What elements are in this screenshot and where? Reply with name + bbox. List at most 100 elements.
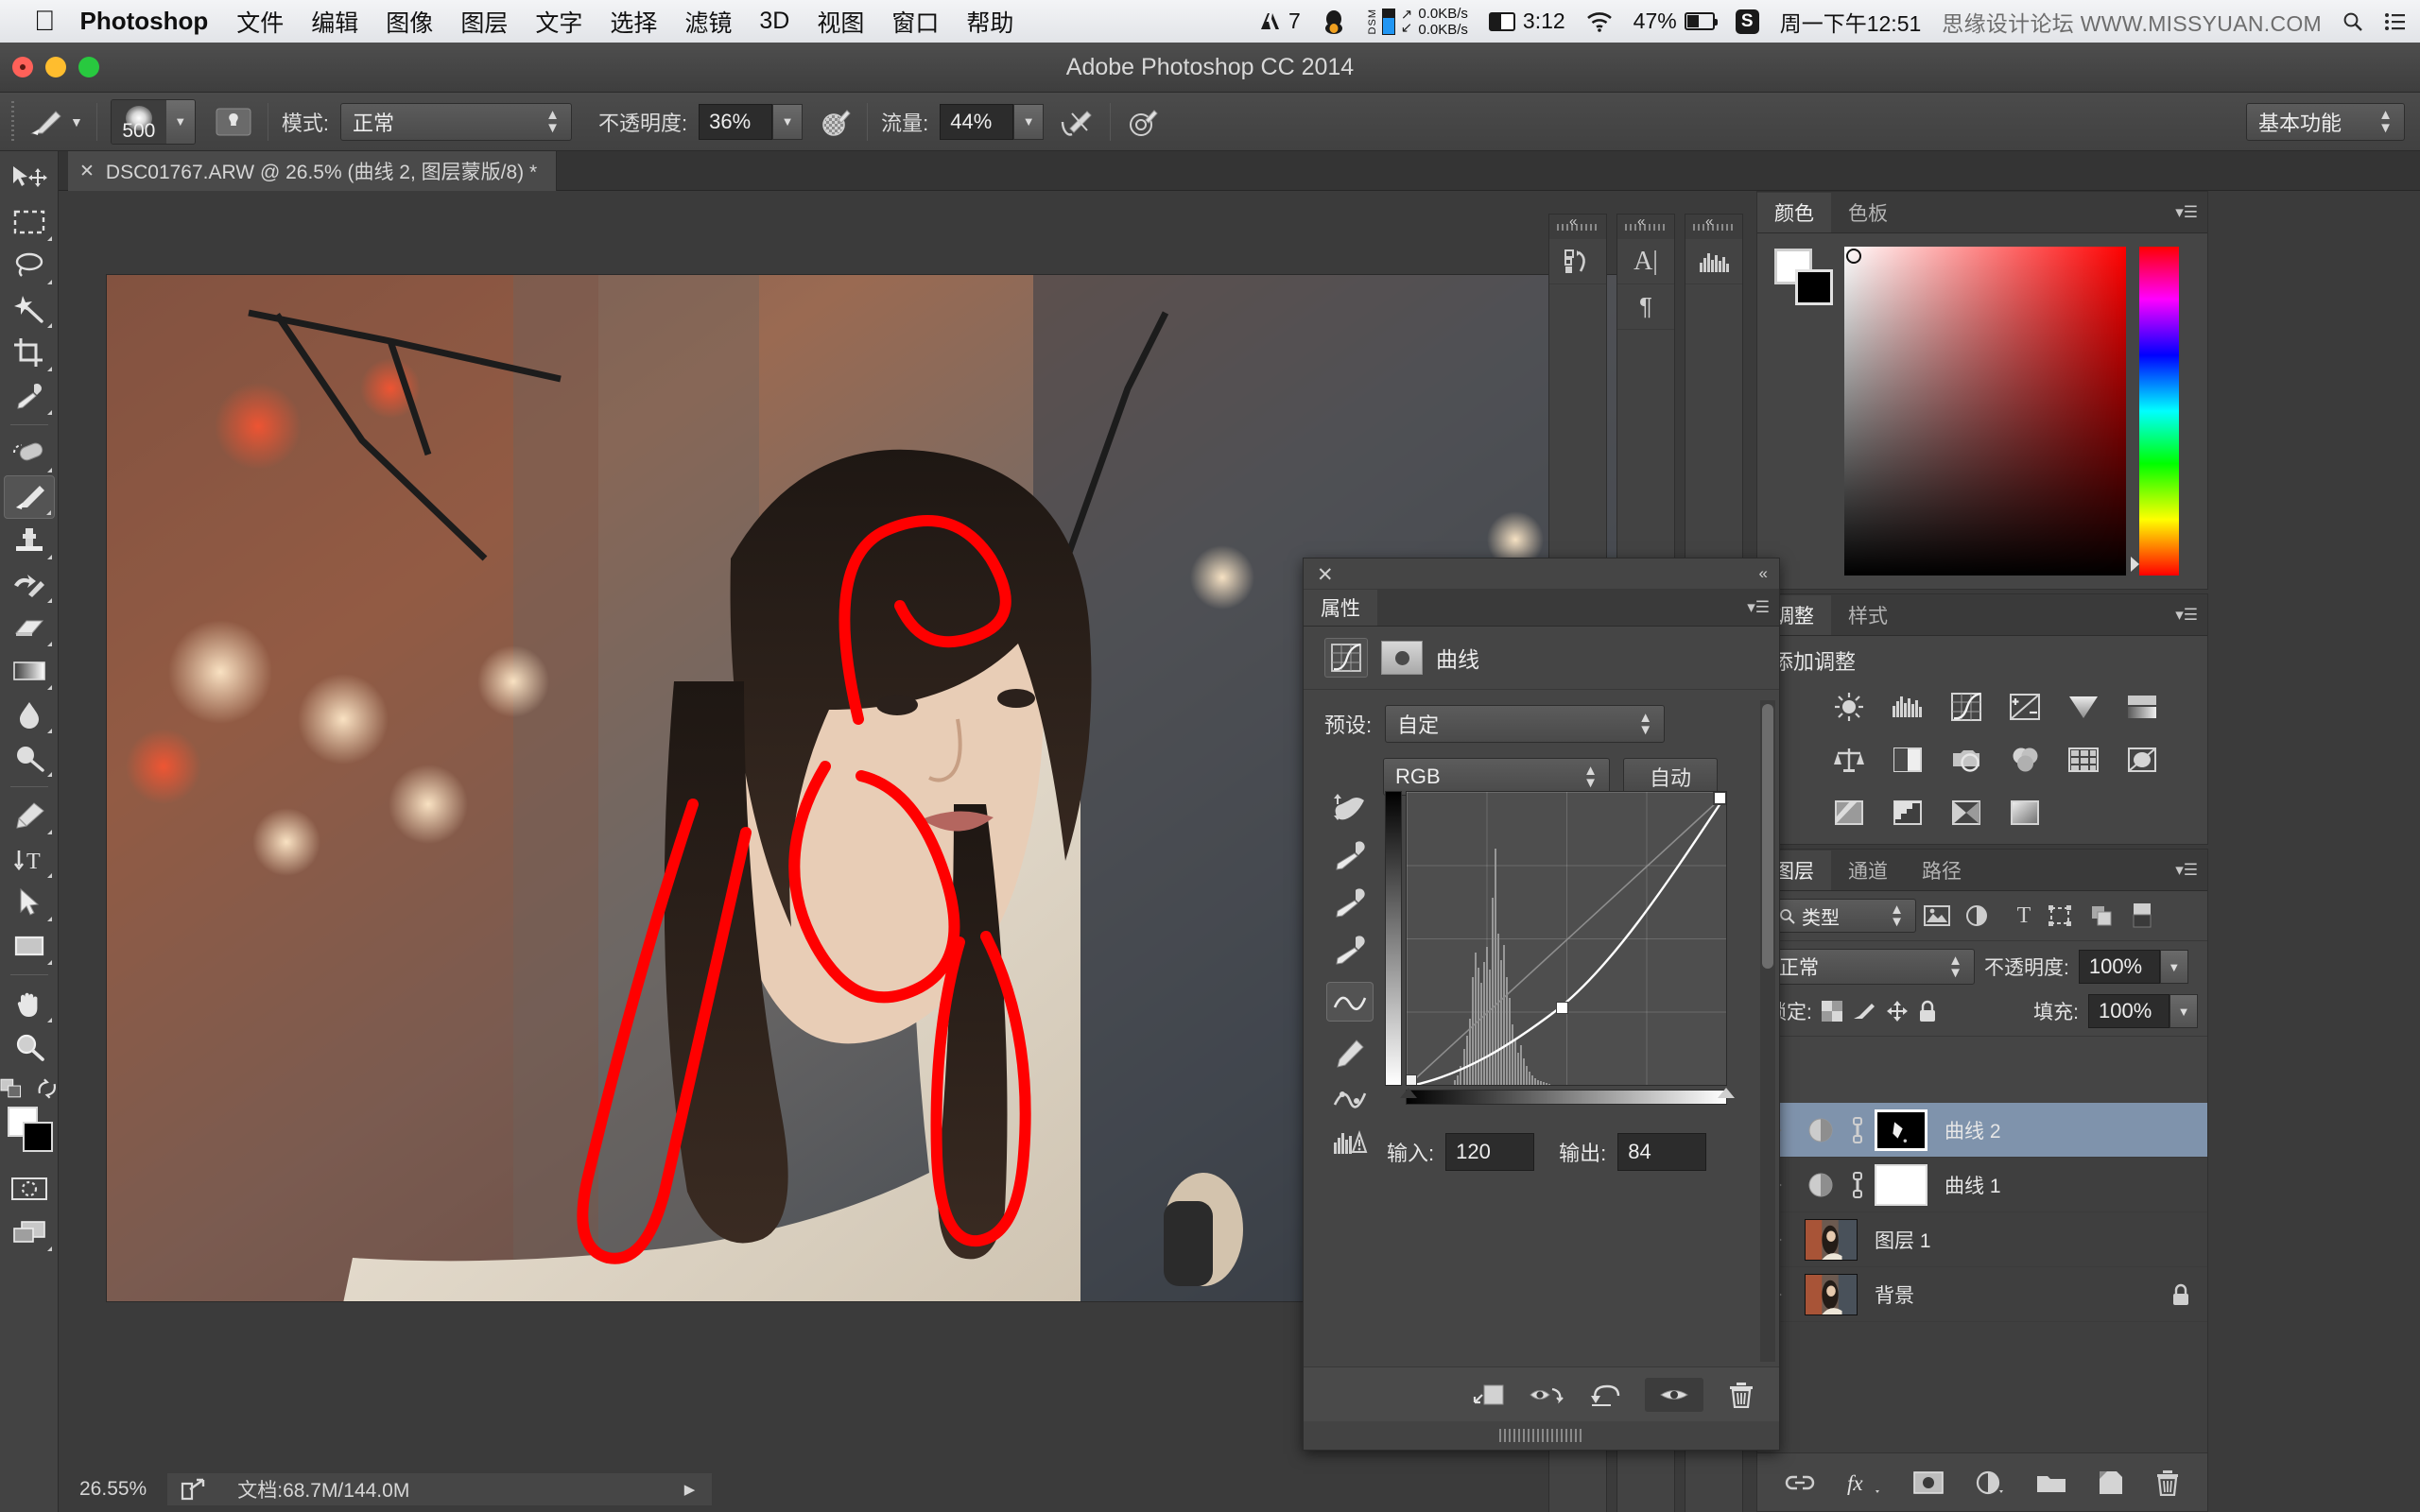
flow-dropdown-arrow[interactable]: ▼ [1013, 103, 1045, 140]
auto-button[interactable]: 自动 [1623, 758, 1718, 796]
brightness-contrast-icon[interactable] [1827, 685, 1871, 729]
type-filter-icon[interactable]: T [2007, 903, 2041, 929]
close-icon[interactable]: ✕ [79, 161, 95, 182]
new-layer-icon[interactable] [2099, 1470, 2123, 1495]
gradient-map-icon[interactable] [1945, 791, 1988, 834]
color-panel-swatches[interactable] [1774, 249, 1833, 305]
background-color-swatch-panel[interactable] [1795, 269, 1833, 305]
menu-item-select[interactable]: 选择 [610, 5, 657, 39]
filter-toggle-icon[interactable] [2132, 902, 2160, 929]
layer-mask-thumbnail[interactable] [1875, 1108, 1927, 1151]
tool-expand-triangle[interactable] [46, 555, 52, 559]
tool-expand-triangle[interactable] [46, 873, 52, 878]
eraser-tool[interactable] [4, 606, 55, 649]
crop-tool[interactable] [4, 331, 55, 374]
apple-icon[interactable]:  [34, 7, 56, 36]
layer-list[interactable]: 曲线 2 曲线 1 图层 1 背景 [1757, 1103, 2207, 1452]
document-tab[interactable]: ✕ DSC01767.ARW @ 26.5% (曲线 2, 图层蒙版/8) * [68, 151, 558, 191]
brush-size-picker[interactable]: 500 ▼ [110, 98, 196, 145]
curve-graph[interactable] [1385, 791, 1735, 1108]
tool-expand-triangle[interactable] [46, 323, 52, 328]
posterize-icon[interactable] [1827, 791, 1871, 834]
menu-item-file[interactable]: 文件 [236, 5, 284, 39]
close-icon[interactable]: ✕ [1317, 563, 1334, 587]
wifi-status-item[interactable] [1586, 11, 1613, 32]
lock-all-icon[interactable] [1918, 1000, 1937, 1022]
layer-name[interactable]: 背景 [1875, 1280, 1914, 1309]
table-row[interactable]: 背景 [1757, 1267, 2207, 1322]
history-icon[interactable] [1549, 239, 1606, 284]
history-dock-collapse-icon[interactable]: « [1569, 214, 1577, 230]
options-bar-gripper[interactable] [8, 100, 17, 143]
layer-name[interactable]: 图层 1 [1875, 1226, 1931, 1254]
clone-stamp-tool[interactable] [4, 519, 55, 562]
layer-blend-mode-select[interactable]: 正常 ▲ ▼ [1767, 949, 1975, 985]
tool-expand-triangle[interactable] [46, 685, 52, 690]
timer-status-item[interactable]: 3:12 [1488, 9, 1565, 34]
zoom-tool[interactable] [4, 1025, 55, 1069]
tool-expand-triangle[interactable] [46, 367, 52, 371]
vibrance-icon[interactable] [2062, 685, 2105, 729]
curve-pencil-icon[interactable] [1334, 1039, 1366, 1069]
delete-icon[interactable] [1728, 1382, 1754, 1408]
tablet-pressure-size-button[interactable] [1124, 104, 1162, 140]
color-field[interactable] [1844, 247, 2126, 576]
tool-expand-triangle[interactable] [46, 1018, 52, 1022]
channel-select[interactable]: RGB ▲ ▼ [1383, 758, 1610, 796]
screen-mode-button[interactable] [4, 1211, 55, 1254]
white-point-eyedropper-icon[interactable] [1333, 935, 1367, 965]
photo-filter-icon[interactable] [1945, 738, 1988, 782]
brush-size-dropdown-arrow[interactable]: ▼ [165, 99, 195, 144]
tablet-pressure-opacity-button[interactable] [818, 104, 854, 140]
memory-monitor-item[interactable]: DSM ↗ ↙ 0.0KB/s 0.0KB/s [1367, 6, 1468, 38]
histogram-icon[interactable] [1685, 239, 1742, 284]
notification-center-item[interactable] [2384, 12, 2405, 31]
tool-expand-triangle[interactable] [46, 236, 52, 241]
draw-curve-icon[interactable] [1326, 982, 1374, 1022]
path-selection-tool[interactable] [4, 881, 55, 924]
new-group-icon[interactable] [2036, 1471, 2066, 1494]
tool-expand-triangle[interactable] [46, 598, 52, 603]
layer-style-fx-icon[interactable]: fx [1847, 1470, 1881, 1495]
exposure-icon[interactable] [2003, 685, 2047, 729]
triangle-right-icon[interactable]: ▶ [684, 1481, 696, 1498]
input-value[interactable]: 120 [1445, 1133, 1535, 1171]
curve-point-mid[interactable] [1556, 1002, 1568, 1014]
shape-filter-icon[interactable] [2048, 905, 2083, 926]
menu-item-edit[interactable]: 编辑 [311, 5, 358, 39]
gradient-tool[interactable] [4, 649, 55, 693]
tool-expand-triangle[interactable] [46, 729, 52, 733]
opacity-control[interactable]: 36% ▼ [699, 103, 804, 140]
pixel-filter-icon[interactable] [1924, 905, 1958, 926]
layer-link-icon[interactable] [1841, 1116, 1875, 1144]
tool-expand-triangle[interactable] [46, 960, 52, 965]
character-dock-gripper[interactable] [1617, 215, 1674, 239]
layer-thumbnail[interactable] [1805, 1218, 1858, 1261]
tool-expand-triangle[interactable] [46, 410, 52, 415]
clock-item[interactable]: 周一下午12:51 [1780, 6, 1922, 38]
curves-icon[interactable] [1945, 685, 1988, 729]
selective-color-icon[interactable] [2003, 791, 2047, 834]
menu-item-3d[interactable]: 3D [759, 8, 789, 35]
qq-status-item[interactable] [1322, 9, 1346, 35]
menu-item-help[interactable]: 帮助 [966, 5, 1013, 39]
properties-resize-gripper[interactable] [1304, 1421, 1779, 1450]
tool-expand-triangle[interactable] [46, 280, 52, 284]
clip-to-layer-icon[interactable] [1473, 1382, 1505, 1408]
character-icon[interactable]: A| [1617, 239, 1674, 284]
color-swatches[interactable] [4, 1105, 55, 1158]
menu-item-view[interactable]: 视图 [817, 5, 864, 39]
tab-swatches[interactable]: 色板 [1831, 193, 1905, 232]
table-row[interactable]: 图层 1 [1757, 1212, 2207, 1267]
properties-scrollbar-thumb[interactable] [1762, 704, 1773, 969]
flow-control[interactable]: 44% ▼ [940, 103, 1045, 140]
opacity-dropdown-arrow[interactable]: ▼ [772, 103, 804, 140]
hue-slider[interactable] [2131, 247, 2179, 576]
blend-mode-select[interactable]: 正常 ▲ ▼ [339, 102, 572, 141]
brush-panel-toggle[interactable] [213, 103, 254, 141]
history-dock-gripper[interactable] [1549, 215, 1606, 239]
tool-expand-triangle[interactable] [46, 468, 52, 472]
menu-item-layer[interactable]: 图层 [460, 5, 508, 39]
swap-colors-icon[interactable] [36, 1078, 59, 1099]
brush-tool-indicator[interactable]: ▼ [26, 104, 83, 140]
